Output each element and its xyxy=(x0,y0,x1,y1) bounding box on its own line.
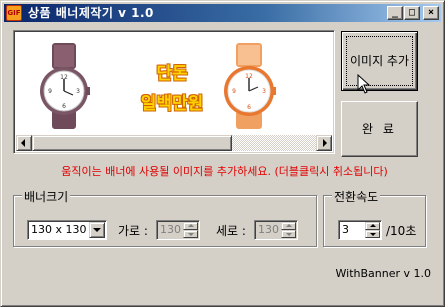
horizontal-scrollbar[interactable] xyxy=(16,135,332,151)
watch-image-1[interactable]: 12 3 6 9 xyxy=(36,43,92,129)
watch-image-2[interactable]: 12 3 6 9 xyxy=(222,43,278,129)
svg-text:3: 3 xyxy=(76,88,80,95)
mouse-cursor-icon xyxy=(357,74,371,94)
arrow-up-icon xyxy=(188,224,194,227)
arrow-right-icon xyxy=(323,139,327,147)
width-down-button xyxy=(183,230,198,238)
title-bar[interactable]: GIF 상품 배너제작기 v 1.0 _ □ × xyxy=(4,4,441,22)
maximize-button[interactable]: □ xyxy=(404,6,420,20)
scroll-thumb[interactable] xyxy=(32,135,232,151)
version-label: WithBanner v 1.0 xyxy=(335,267,432,280)
width-label: 가로 : xyxy=(118,224,148,238)
svg-text:9: 9 xyxy=(48,88,52,95)
banner-size-group: 배너크기 130 x 130 가로 : 130 세로 : 130 xyxy=(13,188,317,247)
height-label: 세로 : xyxy=(216,224,246,238)
banner-text-line1: 단돈 xyxy=(156,64,188,84)
height-spinner: 130 xyxy=(254,220,298,240)
banner-preview[interactable]: 12 3 6 9 단돈 일백만원 12 3 6 9 xyxy=(13,30,335,154)
scroll-left-button[interactable] xyxy=(16,135,32,151)
svg-text:3: 3 xyxy=(262,88,266,95)
svg-text:6: 6 xyxy=(62,103,66,110)
transition-speed-label: 전환속도 xyxy=(332,188,381,205)
width-spinner: 130 xyxy=(156,220,200,240)
arrow-down-icon xyxy=(370,233,376,236)
dropdown-button[interactable] xyxy=(89,222,105,238)
done-label: 완 료 xyxy=(362,122,397,136)
speed-spinner[interactable]: 3 xyxy=(338,220,382,240)
speed-down-button[interactable] xyxy=(365,230,380,238)
close-button[interactable]: × xyxy=(423,6,439,20)
banner-size-value: 130 x 130 xyxy=(31,223,87,236)
instruction-text: 움직이는 배너에 사용될 이미지를 추가하세요. (더블클릭시 취소됩니다) xyxy=(61,165,388,178)
banner-text-line2: 일백만원 xyxy=(140,94,204,114)
arrow-down-icon xyxy=(188,233,194,236)
scroll-right-button[interactable] xyxy=(316,135,332,151)
main-window: GIF 상품 배너제작기 v 1.0 _ □ × 12 3 6 9 단돈 일백만… xyxy=(0,0,445,307)
height-value: 130 xyxy=(258,223,279,236)
app-icon: GIF xyxy=(6,5,22,21)
width-up-button xyxy=(183,222,198,230)
width-spinner-buttons xyxy=(183,222,198,238)
arrow-up-icon xyxy=(370,224,376,227)
speed-value[interactable]: 3 xyxy=(342,223,349,236)
banner-size-select[interactable]: 130 x 130 xyxy=(27,220,107,240)
arrow-up-icon xyxy=(286,224,292,227)
window-title: 상품 배너제작기 v 1.0 xyxy=(28,6,154,20)
speed-up-button[interactable] xyxy=(365,222,380,230)
svg-text:9: 9 xyxy=(232,88,236,95)
arrow-down-icon xyxy=(286,233,292,236)
arrow-left-icon xyxy=(21,139,25,147)
minimize-button[interactable]: _ xyxy=(387,6,403,20)
done-button[interactable]: 완 료 xyxy=(341,101,418,157)
svg-text:6: 6 xyxy=(247,104,251,111)
height-down-button xyxy=(281,230,296,238)
width-value: 130 xyxy=(160,223,181,236)
add-image-button[interactable]: 이미지 추가 xyxy=(341,31,418,91)
speed-spinner-buttons[interactable] xyxy=(365,222,380,238)
height-up-button xyxy=(281,222,296,230)
speed-unit-label: /10초 xyxy=(386,224,417,238)
height-spinner-buttons xyxy=(281,222,296,238)
banner-size-label: 배너크기 xyxy=(22,188,71,205)
chevron-down-icon xyxy=(93,228,101,232)
transition-speed-group: 전환속도 3 /10초 xyxy=(323,188,426,247)
